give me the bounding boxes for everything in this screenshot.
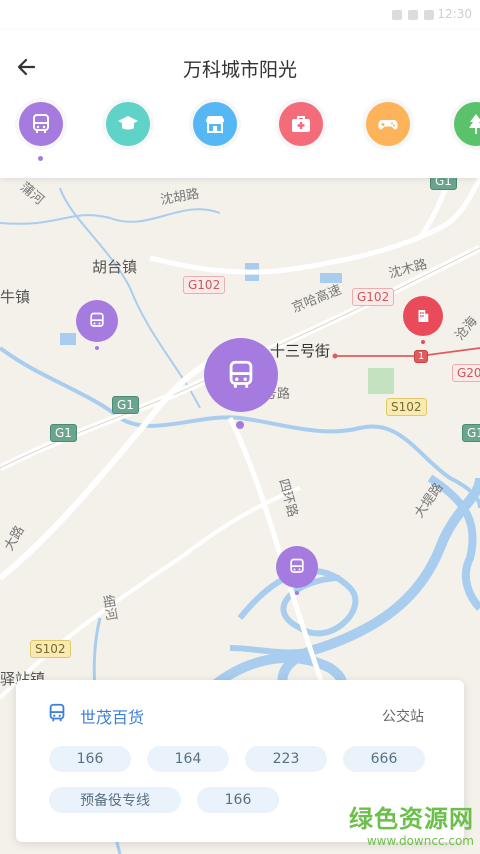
route-chip[interactable]: 166 [197,787,279,813]
category-bar [0,102,480,162]
shop-icon [206,116,224,133]
route-chip[interactable]: 666 [343,746,425,772]
bus-stop-pin[interactable] [276,546,318,588]
building-icon [418,310,429,322]
watermark-url: www.downcc.com [366,834,474,848]
building-pin[interactable] [403,296,443,336]
page-title: 万科城市阳光 [182,59,297,81]
pin-anchor-dot [95,346,99,350]
category-shop-button[interactable] [193,102,237,146]
bus-icon [229,360,253,388]
bus-icon [90,312,104,327]
route-chip[interactable]: 166 [49,746,131,772]
status-bar: 12:30 [0,0,480,30]
route-chip[interactable]: 预备役专线 [49,787,181,813]
watermark-title: 绿色资源网 [349,805,474,833]
road-shield-g1: G1 [112,396,139,414]
route-chip[interactable]: 223 [245,746,327,772]
bus-stop-pin[interactable] [76,300,118,342]
header: 万科城市阳光 [0,30,480,178]
watermark: 绿色资源网 www.downcc.com [349,799,474,848]
stop-name: 世茂百货 [80,708,145,727]
road-shield-g1: G1 [462,424,480,442]
pin-anchor-dot [295,591,299,595]
category-education-button[interactable] [106,102,150,146]
road-shield-g1: G1 [430,178,457,190]
medical-kit-icon [292,116,310,132]
status-time: 12:30 [437,7,472,21]
battery-icon [424,10,434,20]
pin-anchor-dot [421,340,425,344]
road-shield-s102: S102 [30,640,71,658]
bus-icon [33,114,49,133]
road-shield-g102: G102 [183,276,226,294]
bus-icon [49,703,65,722]
route-chip[interactable]: 164 [147,746,229,772]
selected-bus-stop-pin[interactable] [204,338,278,412]
road-shield-g1: G1 [50,424,77,442]
graduation-cap-icon [118,116,138,130]
map-label-niu: 牛镇 [0,288,31,306]
signal-icon [408,10,418,20]
category-bus-button[interactable] [19,102,63,146]
road-shield-g102: G102 [352,288,395,306]
road-shield-s102: S102 [386,398,427,416]
map-label-shisanhao: 十三号街 [270,342,331,360]
map-label-hutai: 胡台镇 [92,258,138,276]
category-game-button[interactable] [366,102,410,146]
road-shield-g202: G202 [452,364,480,382]
stop-type: 公交站 [382,709,424,725]
pin-anchor-dot [236,421,244,429]
bus-icon [290,558,304,573]
active-category-indicator [38,156,43,161]
tree-icon [469,114,480,134]
wifi-icon [392,10,402,20]
category-park-button[interactable] [454,102,480,146]
metro-station-badge: 1 [414,350,429,363]
gamepad-icon [378,120,398,130]
category-hospital-button[interactable] [279,102,323,146]
